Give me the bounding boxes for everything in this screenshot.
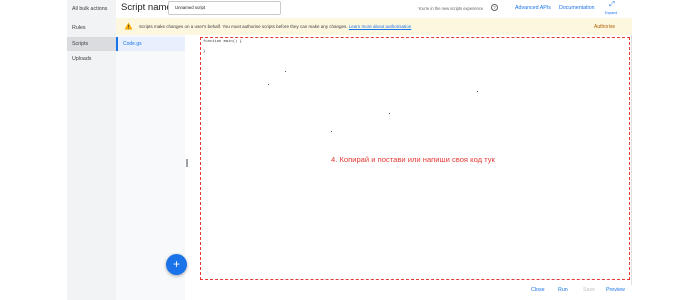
run-button[interactable]: Run (558, 287, 568, 293)
page-title: Script name: (121, 2, 175, 13)
nav-item-rules[interactable]: Rules (67, 21, 116, 35)
save-button[interactable]: Save (583, 287, 595, 293)
left-nav: All bulk actions Rules Scripts Uploads (67, 0, 116, 300)
app-window: All bulk actions Rules Scripts Uploads S… (0, 0, 700, 300)
nav-item-uploads[interactable]: Uploads (67, 52, 116, 66)
nav-item-scripts[interactable]: Scripts (67, 37, 116, 51)
learn-more-link[interactable]: Learn more about authorisation (349, 24, 412, 29)
authorise-button[interactable]: Authorise (594, 24, 615, 30)
panel-resize-handle[interactable] (186, 159, 188, 167)
expand-icon[interactable]: ⤢ (605, 1, 619, 9)
noise-dot (389, 113, 390, 114)
banner-message: Scripts make changes on a user's behalf.… (139, 24, 411, 29)
instruction-annotation: 4. Копирай и постави или напиши своя код… (331, 155, 495, 164)
documentation-button[interactable]: Documentation (559, 5, 595, 11)
help-icon[interactable]: ? (491, 4, 498, 11)
file-item-code-gs[interactable]: Code.gs (116, 37, 185, 51)
nav-item-all-bulk-actions[interactable]: All bulk actions (67, 2, 116, 16)
preview-button[interactable]: Preview (606, 287, 625, 293)
noise-dot (285, 71, 286, 72)
noise-dot (477, 91, 478, 92)
close-button[interactable]: Close (531, 287, 545, 293)
script-name-input[interactable]: Unnamed script (168, 1, 281, 15)
expand-label[interactable]: Expand (605, 11, 617, 15)
add-file-button[interactable]: + (166, 254, 187, 275)
advanced-apis-button[interactable]: Advanced APIs (515, 5, 551, 11)
noise-dot (331, 131, 332, 132)
warning-icon (124, 22, 133, 30)
banner-text: Scripts make changes on a user's behalf.… (139, 24, 348, 29)
noise-dot (268, 84, 269, 85)
experience-notice: You're in the new scripts experience (418, 6, 484, 11)
